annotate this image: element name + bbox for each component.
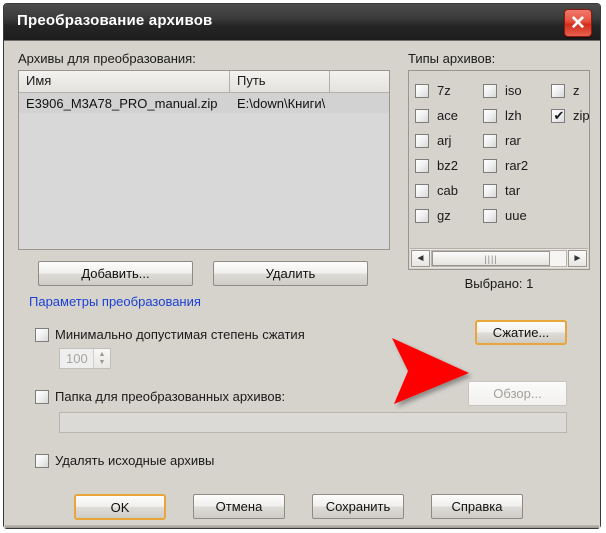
- scrollbar-track[interactable]: ||||: [431, 250, 567, 267]
- types-column-3: z zip: [551, 78, 590, 128]
- chevron-right-icon[interactable]: ►: [568, 250, 587, 267]
- type-checkbox-z[interactable]: z: [551, 78, 589, 103]
- type-label: lzh: [505, 108, 522, 123]
- window-title: Преобразование архивов: [17, 12, 213, 29]
- stepper-arrows-icon[interactable]: ▲ ▼: [93, 349, 110, 368]
- grip-icon: ||||: [484, 253, 498, 264]
- checkbox-icon[interactable]: [483, 108, 497, 123]
- type-label: tar: [505, 183, 521, 198]
- archives-section-label: Архивы для преобразования:: [18, 51, 196, 66]
- min-compression-checkbox-row[interactable]: Минимально допустимая степень сжатия: [35, 327, 305, 342]
- close-icon: ✕: [570, 12, 586, 34]
- min-compression-label: Минимально допустимая степень сжатия: [55, 327, 305, 342]
- checkbox-icon[interactable]: [483, 83, 497, 98]
- type-checkbox-rar2[interactable]: rar2: [483, 153, 551, 178]
- compression-button[interactable]: Сжатие...: [475, 320, 567, 345]
- type-label: gz: [437, 208, 451, 223]
- type-label: cab: [437, 183, 458, 198]
- type-label: ace: [437, 108, 458, 123]
- checkbox-icon[interactable]: [415, 133, 429, 148]
- checkbox-icon[interactable]: [483, 158, 497, 173]
- cancel-button[interactable]: Отмена: [193, 494, 285, 519]
- red-arrow-annotation: [392, 338, 469, 404]
- type-label: arj: [437, 133, 452, 148]
- type-label: rar2: [505, 158, 529, 173]
- column-header-path[interactable]: Путь: [230, 71, 330, 92]
- types-column-2: iso lzh rar rar2 tar uue: [483, 78, 551, 228]
- type-label: bz2: [437, 158, 458, 173]
- checkbox-icon[interactable]: [483, 183, 497, 198]
- checkbox-icon[interactable]: [483, 208, 497, 223]
- type-checkbox-cab[interactable]: cab: [415, 178, 483, 203]
- cell-archive-path: E:\down\Книги\: [237, 95, 326, 111]
- browse-button[interactable]: Обзор...: [468, 381, 567, 406]
- column-header-name[interactable]: Имя: [19, 71, 230, 92]
- title-bar: Преобразование архивов ✕: [4, 4, 600, 41]
- output-folder-input[interactable]: [59, 412, 567, 433]
- archives-list-header: Имя Путь: [19, 71, 389, 93]
- checkbox-icon-checked[interactable]: [551, 107, 566, 124]
- type-checkbox-lzh[interactable]: lzh: [483, 103, 551, 128]
- delete-button[interactable]: Удалить: [213, 261, 368, 286]
- type-checkbox-ace[interactable]: ace: [415, 103, 483, 128]
- archive-types-panel: 7z ace arj bz2 cab gz iso lzh rar rar2 t…: [408, 70, 590, 270]
- checkbox-icon[interactable]: [415, 208, 429, 223]
- type-checkbox-bz2[interactable]: bz2: [415, 153, 483, 178]
- checkbox-icon[interactable]: [415, 108, 429, 123]
- type-label: iso: [505, 83, 522, 98]
- help-button[interactable]: Справка: [431, 494, 523, 519]
- type-checkbox-rar[interactable]: rar: [483, 128, 551, 153]
- archives-list[interactable]: Имя Путь E3906_M3A78_PRO_manual.zip E:\d…: [18, 70, 390, 250]
- type-checkbox-tar[interactable]: tar: [483, 178, 551, 203]
- checkbox-icon[interactable]: [35, 453, 49, 468]
- save-button[interactable]: Сохранить: [312, 494, 404, 519]
- ok-button[interactable]: OK: [74, 494, 166, 520]
- output-folder-label: Папка для преобразованных архивов:: [55, 389, 286, 404]
- output-folder-checkbox-row[interactable]: Папка для преобразованных архивов:: [35, 389, 285, 404]
- cell-archive-name: E3906_M3A78_PRO_manual.zip: [26, 95, 218, 111]
- type-checkbox-uue[interactable]: uue: [483, 203, 551, 228]
- delete-source-checkbox-row[interactable]: Удалять исходные архивы: [35, 453, 214, 468]
- type-label: rar: [505, 133, 521, 148]
- footer-separator: [5, 525, 599, 528]
- min-compression-value: 100: [66, 351, 88, 366]
- add-button[interactable]: Добавить...: [38, 261, 193, 286]
- scrollbar-thumb[interactable]: ||||: [432, 251, 550, 266]
- type-checkbox-iso[interactable]: iso: [483, 78, 551, 103]
- types-section-label: Типы архивов:: [408, 51, 496, 66]
- selected-count-label: Выбрано: 1: [464, 276, 534, 291]
- checkbox-icon[interactable]: [415, 183, 429, 198]
- type-label: zip: [573, 108, 590, 123]
- type-checkbox-7z[interactable]: 7z: [415, 78, 483, 103]
- type-label: z: [573, 83, 580, 98]
- close-button[interactable]: ✕: [564, 9, 592, 37]
- types-horizontal-scrollbar[interactable]: ◄ |||| ►: [410, 248, 588, 268]
- column-header-extra[interactable]: [330, 71, 389, 92]
- convert-archives-dialog: Преобразование архивов ✕ Архивы для прео…: [3, 3, 601, 529]
- type-checkbox-arj[interactable]: arj: [415, 128, 483, 153]
- checkbox-icon[interactable]: [483, 133, 497, 148]
- type-label: uue: [505, 208, 527, 223]
- min-compression-stepper[interactable]: 100 ▲ ▼: [59, 348, 111, 369]
- table-row[interactable]: E3906_M3A78_PRO_manual.zip E:\down\Книги…: [19, 93, 389, 113]
- checkbox-icon[interactable]: [35, 327, 49, 342]
- types-column-1: 7z ace arj bz2 cab gz: [415, 78, 483, 228]
- checkbox-icon[interactable]: [551, 83, 565, 98]
- checkbox-icon[interactable]: [415, 158, 429, 173]
- checkbox-icon[interactable]: [35, 389, 49, 404]
- type-checkbox-gz[interactable]: gz: [415, 203, 483, 228]
- delete-source-label: Удалять исходные архивы: [55, 453, 215, 468]
- chevron-left-icon[interactable]: ◄: [411, 250, 430, 267]
- checkbox-icon[interactable]: [415, 83, 429, 98]
- dialog-body: Архивы для преобразования: Имя Путь E390…: [4, 41, 600, 528]
- type-label: 7z: [437, 83, 451, 98]
- type-checkbox-zip[interactable]: zip: [551, 103, 590, 128]
- conversion-params-link[interactable]: Параметры преобразования: [29, 294, 201, 309]
